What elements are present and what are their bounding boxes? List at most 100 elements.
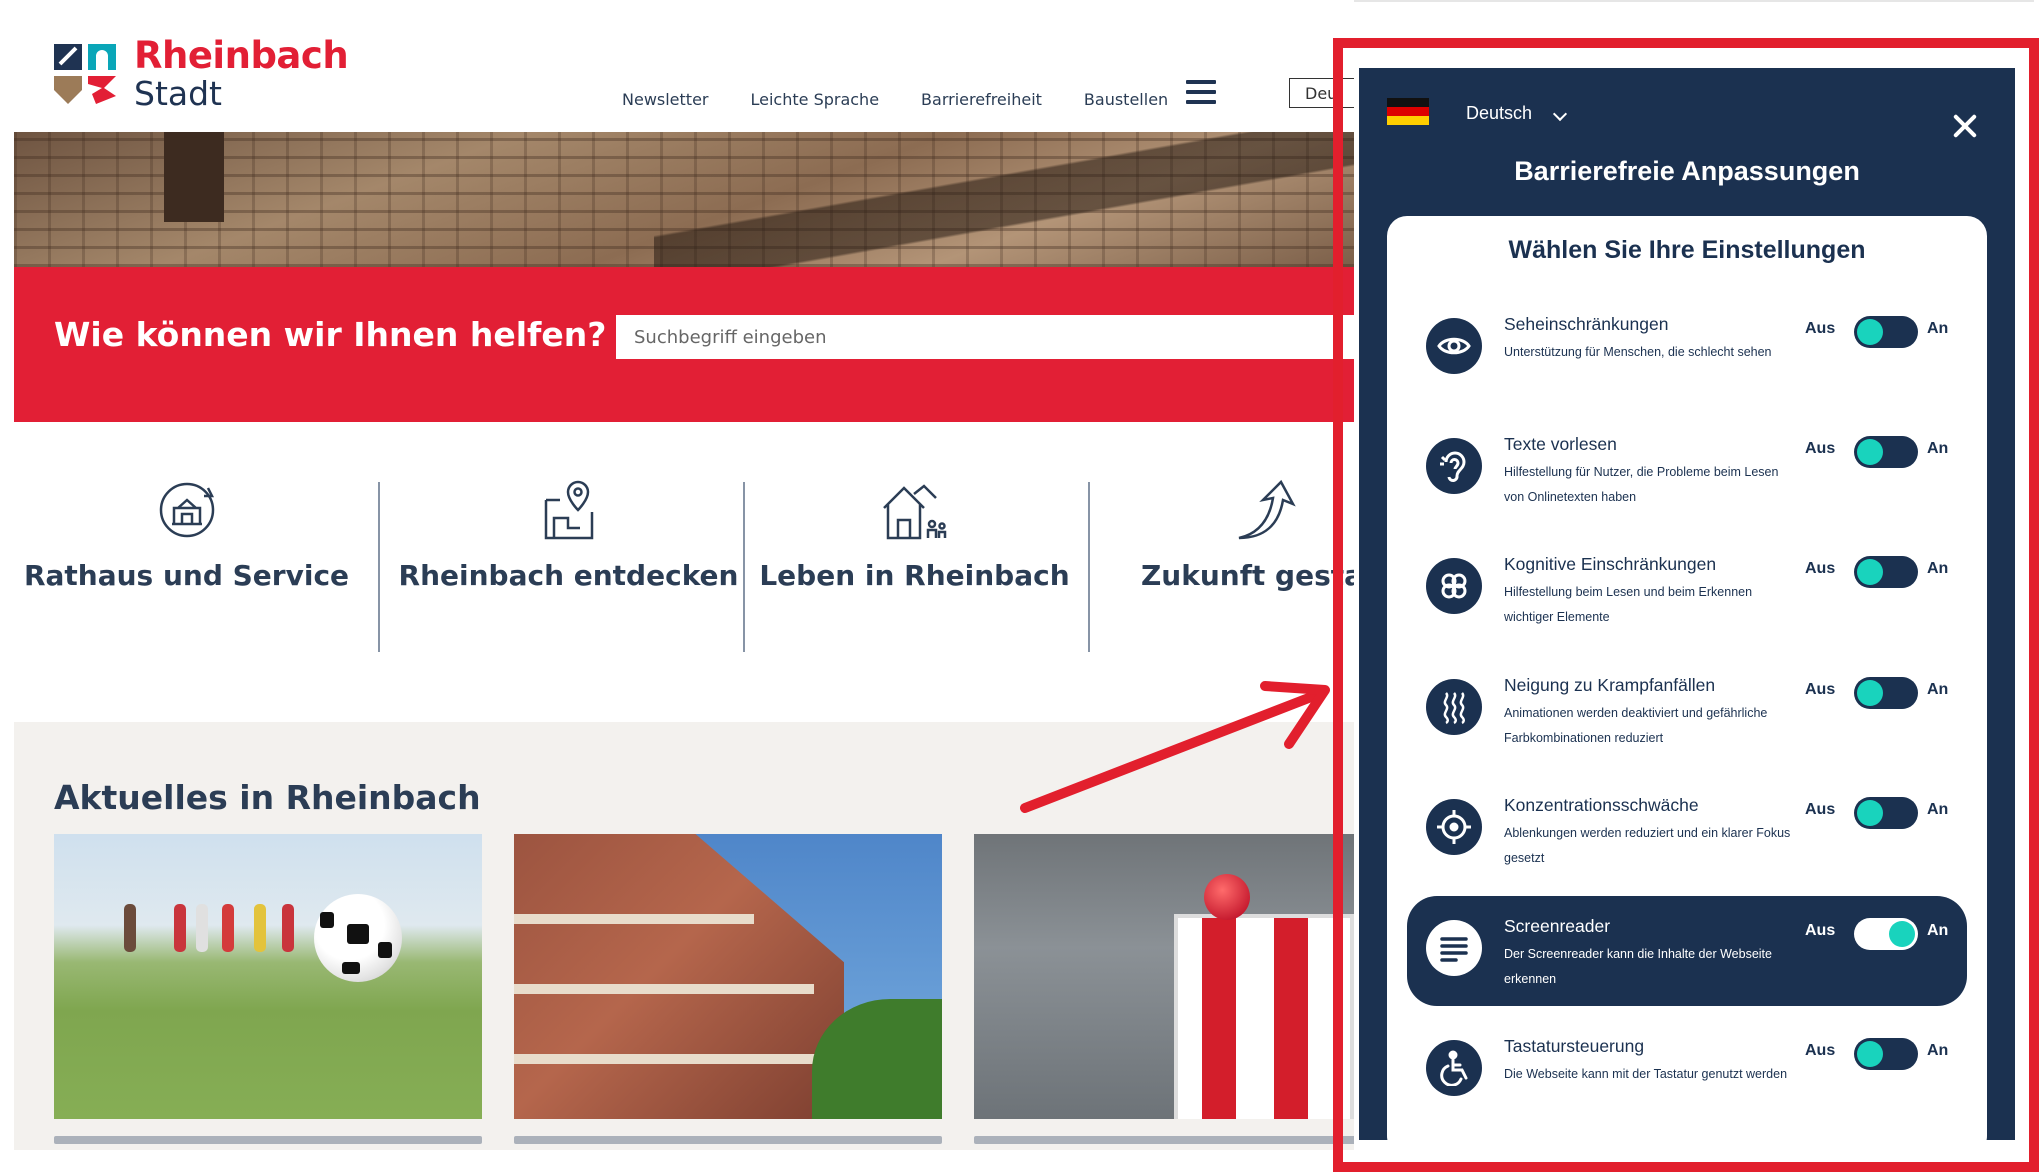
toggle-knob bbox=[1857, 680, 1883, 706]
logo-title: Rheinbach bbox=[134, 34, 349, 77]
red-annotation-arrow-icon bbox=[1020, 681, 1330, 813]
text-lines-icon bbox=[1426, 920, 1482, 976]
toggle-on-label: An bbox=[1927, 801, 1949, 818]
nav-newsletter[interactable]: Newsletter bbox=[622, 90, 709, 109]
german-flag-icon[interactable] bbox=[1387, 98, 1429, 125]
wheelchair-icon bbox=[1426, 1040, 1482, 1096]
nav-barrierefreiheit[interactable]: Barrierefreiheit bbox=[921, 90, 1042, 109]
news-card-image-townhall[interactable] bbox=[514, 834, 942, 1119]
tile-zukunft-gestalten[interactable]: Zukunft gestalt bbox=[1091, 470, 1354, 650]
option-konzentrationsschwaeche: Konzentrationsschwäche Ablenkungen werde… bbox=[1407, 775, 1967, 885]
settings-heading: Wählen Sie Ihre Einstellungen bbox=[1508, 236, 1866, 264]
site-logo[interactable]: Rheinbach Stadt bbox=[54, 34, 354, 114]
toggle-on-label: An bbox=[1927, 440, 1949, 457]
toggle-off-label: Aus bbox=[1805, 922, 1836, 939]
toggle-switch[interactable] bbox=[1854, 556, 1918, 588]
tile-label: Leben in Rheinbach bbox=[759, 559, 1070, 592]
option-title: Seheinschränkungen bbox=[1504, 314, 1669, 334]
option-description: Hilfestellung für Nutzer, die Probleme b… bbox=[1504, 465, 1779, 504]
eye-icon bbox=[1426, 318, 1482, 374]
option-title: Kognitive Einschränkungen bbox=[1504, 554, 1717, 574]
search-input[interactable] bbox=[616, 315, 1354, 359]
option-title: Konzentrationsschwäche bbox=[1504, 795, 1699, 815]
nav-leichte-sprache[interactable]: Leichte Sprache bbox=[751, 90, 880, 109]
option-description: Ablenkungen werden reduziert und ein kla… bbox=[1504, 826, 1791, 865]
toggle-on-label: An bbox=[1927, 681, 1949, 698]
option-tastatursteuerung: Tastatursteuerung Die Webseite kann mit … bbox=[1407, 1016, 1967, 1126]
house-family-icon bbox=[882, 484, 946, 540]
toggle-on-label: An bbox=[1927, 922, 1949, 939]
settings-card: Wählen Sie Ihre Einstellungen Seheinschr… bbox=[1387, 216, 1987, 1140]
news-card-title-cut[interactable] bbox=[514, 1132, 942, 1150]
ear-icon bbox=[1426, 438, 1482, 494]
toggle-on-label: An bbox=[1927, 560, 1949, 577]
news-card-title-cut[interactable] bbox=[974, 1132, 1354, 1150]
option-description: Der Screenreader kann die Inhalte der We… bbox=[1504, 947, 1772, 986]
option-screenreader: Screenreader Der Screenreader kann die I… bbox=[1407, 896, 1967, 1006]
toggle-switch[interactable] bbox=[1854, 797, 1918, 829]
rheinbach-website: Rheinbach Stadt Newsletter Leichte Sprac… bbox=[14, 0, 1354, 1150]
toggle-switch[interactable] bbox=[1854, 1038, 1918, 1070]
tile-divider bbox=[1088, 482, 1090, 652]
tile-label: Rheinbach entdecken bbox=[398, 559, 739, 592]
toggle-knob bbox=[1857, 800, 1883, 826]
panel-language-label[interactable]: Deutsch bbox=[1466, 103, 1532, 124]
option-title: Screenreader bbox=[1504, 916, 1611, 936]
map-pin-icon bbox=[544, 480, 593, 540]
toggle-knob bbox=[1857, 1041, 1883, 1067]
news-card-image-roadwork[interactable] bbox=[974, 834, 1354, 1119]
tile-rathaus-service[interactable]: Rathaus und Service bbox=[14, 470, 359, 650]
nav-baustellen[interactable]: Baustellen bbox=[1084, 90, 1168, 109]
toggle-off-label: Aus bbox=[1805, 560, 1836, 577]
soccer-ball bbox=[314, 894, 402, 982]
toggle-off-label: Aus bbox=[1805, 320, 1836, 337]
option-description: Die Webseite kann mit der Tastatur genut… bbox=[1504, 1067, 1788, 1081]
category-tiles: Rathaus und Service Rheinbach entdecken … bbox=[14, 470, 1354, 660]
hamburger-menu-icon[interactable] bbox=[1186, 80, 1216, 104]
waves-icon bbox=[1426, 679, 1482, 735]
option-description: Hilfestellung beim Lesen und beim Erkenn… bbox=[1504, 585, 1753, 624]
toggle-on-label: An bbox=[1927, 320, 1949, 337]
logo-subtitle: Stadt bbox=[134, 74, 222, 113]
search-heading: Wie können wir Ihnen helfen? bbox=[54, 315, 607, 354]
option-seheinschraenkungen: Seheinschränkungen Unterstützung für Men… bbox=[1407, 294, 1967, 404]
panel-title: Barrierefreie Anpassungen bbox=[1514, 156, 1860, 186]
option-texte-vorlesen: Texte vorlesen Hilfestellung für Nutzer,… bbox=[1407, 414, 1967, 524]
rheinbach-crest-icon bbox=[54, 44, 116, 104]
news-heading: Aktuelles in Rheinbach bbox=[54, 778, 481, 817]
tile-label: Zukunft gestalt bbox=[1141, 559, 1354, 592]
tile-label: Rathaus und Service bbox=[23, 559, 350, 592]
hero-image bbox=[14, 132, 1354, 267]
close-icon[interactable] bbox=[1951, 113, 1979, 141]
option-title: Neigung zu Krampfanfällen bbox=[1504, 675, 1716, 695]
arrow-up-icon bbox=[1238, 479, 1296, 540]
brain-icon bbox=[1426, 558, 1482, 614]
news-card-image-soccer[interactable] bbox=[54, 834, 482, 1119]
toggle-on-label: An bbox=[1927, 1042, 1949, 1059]
toggle-off-label: Aus bbox=[1805, 440, 1836, 457]
toggle-knob bbox=[1857, 559, 1883, 585]
option-description: Animationen werden deaktiviert und gefäh… bbox=[1504, 706, 1768, 745]
town-hall-service-icon bbox=[159, 482, 214, 538]
toggle-off-label: Aus bbox=[1805, 1042, 1836, 1059]
accessibility-panel: Deutsch Barrierefreie Anpassungen Wählen… bbox=[1359, 68, 2015, 1140]
chevron-down-icon[interactable] bbox=[1552, 106, 1568, 122]
toggle-switch[interactable] bbox=[1854, 677, 1918, 709]
toggle-off-label: Aus bbox=[1805, 681, 1836, 698]
toggle-switch[interactable] bbox=[1854, 316, 1918, 348]
option-title: Tastatursteuerung bbox=[1504, 1036, 1645, 1056]
option-title: Texte vorlesen bbox=[1504, 434, 1617, 454]
toggle-switch[interactable] bbox=[1854, 436, 1918, 468]
option-description: Unterstützung für Menschen, die schlecht… bbox=[1504, 345, 1772, 359]
tile-leben-in-rheinbach[interactable]: Leben in Rheinbach bbox=[742, 470, 1087, 650]
tile-rheinbach-entdecken[interactable]: Rheinbach entdecken bbox=[396, 470, 741, 650]
toggle-knob bbox=[1857, 319, 1883, 345]
search-section: Wie können wir Ihnen helfen? bbox=[14, 267, 1354, 422]
news-card-title-cut[interactable] bbox=[54, 1132, 482, 1150]
toggle-knob bbox=[1889, 921, 1915, 947]
option-kognitive-einschraenkungen: Kognitive Einschränkungen Hilfestellung … bbox=[1407, 534, 1967, 644]
target-icon bbox=[1426, 799, 1482, 855]
toggle-switch[interactable] bbox=[1854, 918, 1918, 950]
toggle-knob bbox=[1857, 439, 1883, 465]
toggle-off-label: Aus bbox=[1805, 801, 1836, 818]
